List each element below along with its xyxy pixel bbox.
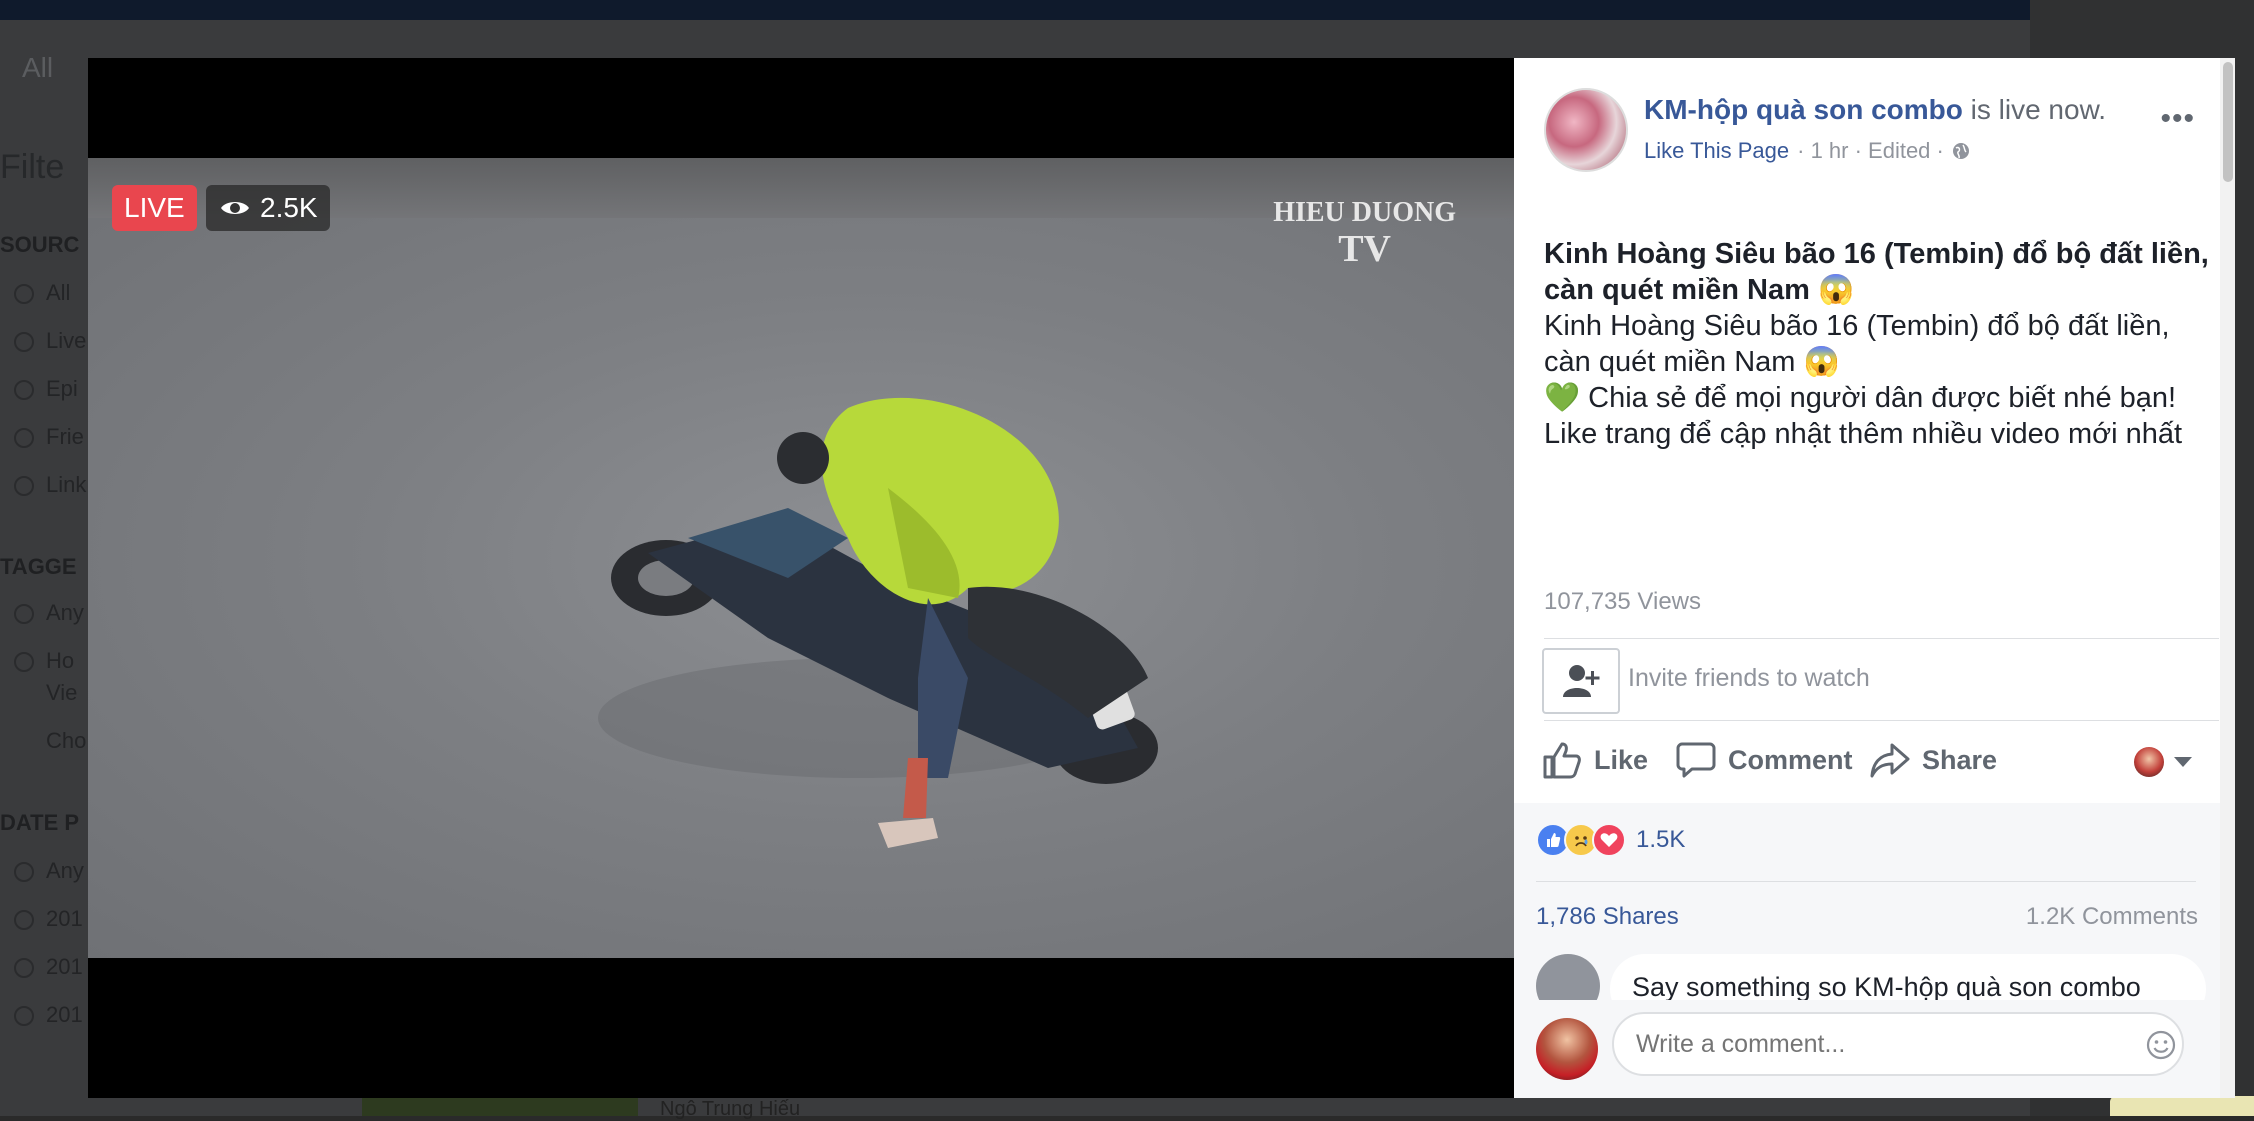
- post-time-meta: · 1 hr · Edited ·: [1797, 138, 1944, 163]
- background-option: Ho: [46, 648, 75, 673]
- background-option: Any: [46, 858, 84, 883]
- comment-input[interactable]: [1612, 1012, 2184, 1076]
- like-label: Like: [1594, 744, 1649, 775]
- post-title: Kinh Hoàng Siêu bão 16 (Tembin) đổ bộ đấ…: [1544, 238, 2209, 306]
- viewer-count-badge: 2.5K: [206, 185, 330, 231]
- background-radio: [14, 284, 34, 304]
- comments-count[interactable]: 1.2K Comments: [2026, 903, 2198, 931]
- background-radio: [14, 862, 34, 882]
- love-reaction-icon: [1592, 823, 1626, 857]
- globe-icon: [1952, 143, 1969, 159]
- background-option: 201: [46, 906, 83, 931]
- comment-composer: [1514, 1000, 2220, 1098]
- background-option: Link: [46, 472, 87, 497]
- share-button[interactable]: Share: [1870, 741, 1997, 779]
- view-count: 107,735 Views: [1544, 588, 1702, 615]
- background-option: Vie: [46, 680, 78, 705]
- background-notification: [2110, 1096, 2254, 1116]
- background-radio: [14, 428, 34, 448]
- video-scene: [598, 397, 1158, 848]
- background-section-tagged: TAGGE: [0, 554, 77, 579]
- post-side-panel: KM-hộp quà son combo is live now. Like T…: [1514, 58, 2235, 1098]
- like-page-link[interactable]: Like This Page: [1644, 138, 1789, 164]
- background-radio: [14, 958, 34, 978]
- current-user-avatar: [1536, 1018, 1598, 1080]
- background-option: 201: [46, 1002, 83, 1027]
- post-body-line: Like trang để cập nhật thêm nhiều video …: [1544, 418, 2183, 450]
- reaction-count[interactable]: 1.5K: [1636, 826, 1685, 854]
- comment-label: Comment: [1728, 744, 1853, 775]
- background-option: All: [46, 280, 71, 305]
- post-body-line: 💚 Chia sẻ để mọi người dân được biết nhé…: [1544, 382, 2177, 414]
- post-actions: Like Comment Share: [1542, 741, 2232, 791]
- background-radio: [14, 652, 34, 672]
- live-status-text: is live now.: [1962, 94, 2107, 125]
- panel-scrollbar-thumb[interactable]: [2223, 62, 2233, 182]
- caret-down-icon: [2174, 757, 2192, 767]
- react-as-selector[interactable]: [2134, 747, 2192, 777]
- divider: [1536, 881, 2196, 882]
- shares-link[interactable]: 1,786 Shares: [1536, 903, 1679, 931]
- background-radio: [14, 332, 34, 352]
- video-frame[interactable]: LIVE 2.5K HIEU DUONG TV: [88, 158, 1514, 958]
- say-something-text[interactable]: Say something so KM-hộp quà son combo: [1632, 972, 2141, 1003]
- background-option: Frie: [46, 424, 84, 449]
- invite-friends-button[interactable]: [1542, 648, 1620, 714]
- video-player[interactable]: LIVE 2.5K HIEU DUONG TV: [88, 58, 1514, 1098]
- background-radio: [14, 910, 34, 930]
- post-text: Kinh Hoàng Siêu bão 16 (Tembin) đổ bộ đấ…: [1544, 236, 2224, 452]
- background-radio: [14, 380, 34, 400]
- background-option: 201: [46, 954, 83, 979]
- add-friend-icon: [1563, 665, 1600, 697]
- live-video-modal: LIVE 2.5K HIEU DUONG TV KM-hộp quà son c…: [88, 58, 2235, 1098]
- background-caption: Ngô Trung Hiếu: [660, 1098, 801, 1120]
- background-option: Any: [46, 600, 84, 625]
- divider: [1544, 720, 2219, 721]
- emoji-icon[interactable]: [2146, 1030, 2176, 1060]
- background-option: Live: [46, 328, 87, 353]
- comment-icon: [1676, 742, 1716, 778]
- panel-scrollbar[interactable]: [2220, 58, 2235, 1098]
- watermark-line-1: HIEU DUONG: [1273, 197, 1456, 228]
- like-button[interactable]: Like: [1542, 741, 1648, 779]
- share-label: Share: [1922, 744, 1998, 775]
- background-option: Epi: [46, 376, 78, 401]
- thumbs-up-icon: [1543, 742, 1581, 779]
- post-body-line: Kinh Hoàng Siêu bão 16 (Tembin) đổ bộ đấ…: [1544, 310, 2170, 378]
- background-radio: [14, 604, 34, 624]
- live-badge: LIVE: [112, 185, 197, 231]
- channel-watermark: HIEU DUONG TV: [1273, 197, 1456, 271]
- background-tab-all: All: [22, 52, 54, 83]
- post-header: KM-hộp quà son combo is live now.: [1644, 94, 2106, 126]
- divider: [1544, 638, 2219, 639]
- background-radio: [14, 476, 34, 496]
- profile-avatar-small: [2134, 747, 2164, 777]
- post-meta: Like This Page · 1 hr · Edited ·: [1644, 138, 1970, 164]
- background-filter-title: Filte: [0, 148, 65, 186]
- background-option: Cho: [46, 728, 87, 753]
- eye-icon: [221, 202, 249, 214]
- share-icon: [1870, 743, 1910, 778]
- page-name-link[interactable]: KM-hộp quà son combo: [1644, 94, 1963, 125]
- viewer-count: 2.5K: [260, 192, 318, 223]
- invite-friends-text[interactable]: Invite friends to watch: [1628, 664, 1870, 693]
- background-top-bar: [0, 0, 2030, 20]
- reactions-summary[interactable]: 1.5K: [1536, 823, 1685, 857]
- background-section-source: SOURC: [0, 232, 80, 257]
- background-thumbnail: [362, 1096, 638, 1116]
- comment-button[interactable]: Comment: [1676, 741, 1853, 779]
- background-section-date: DATE P: [0, 810, 80, 835]
- background-radio: [14, 1006, 34, 1026]
- watermark-line-2: TV: [1338, 227, 1391, 270]
- page-avatar[interactable]: [1544, 88, 1628, 172]
- more-options-icon[interactable]: •••: [2160, 102, 2195, 136]
